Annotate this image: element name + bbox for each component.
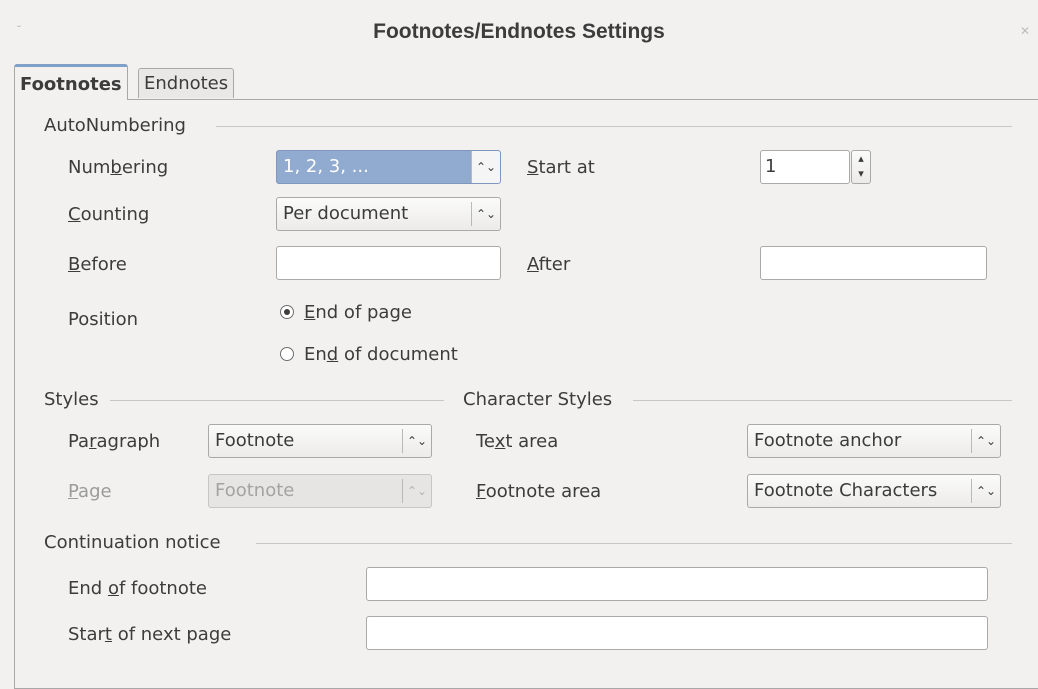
footnote-area-label: Footnote area <box>476 481 602 502</box>
tab-endnotes[interactable]: Endnotes <box>138 68 235 98</box>
counting-value: Per document <box>283 203 409 224</box>
radio-end-of-page-label: End of page <box>304 302 412 323</box>
dialog-title: Footnotes/Endnotes Settings <box>373 20 665 43</box>
paragraph-label: Paragraph <box>68 431 161 452</box>
radio-end-of-document-label: End of document <box>304 344 458 365</box>
footnote-area-style-value: Footnote Characters <box>754 480 938 501</box>
text-area-style-value: Footnote anchor <box>754 430 902 451</box>
chevron-updown-icon: ⌃⌄ <box>471 202 500 226</box>
page-style-select: Footnote ⌃⌄ <box>208 474 432 508</box>
end-of-footnote-label: End of footnote <box>68 578 207 599</box>
footnote-area-style-select[interactable]: Footnote Characters ⌃⌄ <box>747 474 1001 508</box>
character-styles-heading: Character Styles <box>463 389 613 410</box>
before-label: Before <box>68 254 127 275</box>
paragraph-style-select[interactable]: Footnote ⌃⌄ <box>208 424 432 458</box>
continuation-notice-heading: Continuation notice <box>44 532 221 553</box>
title-bar: ˘ Footnotes/Endnotes Settings ✕ <box>0 0 1038 62</box>
numbering-select[interactable]: 1, 2, 3, ... ⌃⌄ <box>276 150 501 184</box>
autonumbering-divider <box>216 126 1012 127</box>
spin-down-icon[interactable]: ▾ <box>852 166 870 181</box>
styles-divider <box>110 400 444 401</box>
after-label: After <box>527 254 571 275</box>
chevron-updown-icon: ⌃⌄ <box>402 479 431 503</box>
paragraph-style-value: Footnote <box>215 430 295 451</box>
chevron-updown-icon: ⌃⌄ <box>402 429 431 453</box>
start-at-spinner[interactable]: ▴ ▾ <box>851 150 871 184</box>
spin-up-icon[interactable]: ▴ <box>852 151 870 166</box>
start-of-next-page-input[interactable] <box>366 616 988 650</box>
close-icon[interactable]: ✕ <box>1020 24 1030 38</box>
page-label: Page <box>68 481 112 502</box>
radio-unchecked-icon[interactable] <box>280 347 294 361</box>
tab-footnotes[interactable]: Footnotes <box>14 64 128 100</box>
position-label: Position <box>68 309 139 330</box>
chevron-updown-icon: ⌃⌄ <box>971 429 1000 453</box>
text-area-label: Text area <box>476 431 559 452</box>
styles-heading: Styles <box>44 389 99 410</box>
counting-select[interactable]: Per document ⌃⌄ <box>276 197 501 231</box>
radio-end-of-document[interactable]: End of document <box>280 344 500 368</box>
before-input[interactable] <box>276 246 501 280</box>
continuation-notice-divider <box>256 543 1012 544</box>
chevron-updown-icon: ⌃⌄ <box>471 151 500 183</box>
after-input[interactable] <box>760 246 987 280</box>
end-of-footnote-input[interactable] <box>366 567 988 601</box>
chevron-updown-icon: ⌃⌄ <box>971 479 1000 503</box>
page-style-value: Footnote <box>215 480 295 501</box>
character-styles-divider <box>633 400 1012 401</box>
numbering-label: Numbering <box>68 157 169 178</box>
counting-label: Counting <box>68 204 150 225</box>
start-of-next-page-label: Start of next page <box>68 624 232 645</box>
radio-end-of-page[interactable]: End of page <box>280 302 480 326</box>
start-at-input[interactable]: 1 <box>760 150 850 184</box>
radio-checked-icon[interactable] <box>280 305 294 319</box>
start-at-label: Start at <box>527 157 595 178</box>
numbering-value: 1, 2, 3, ... <box>283 156 369 177</box>
text-area-style-select[interactable]: Footnote anchor ⌃⌄ <box>747 424 1001 458</box>
autonumbering-heading: AutoNumbering <box>44 115 186 136</box>
